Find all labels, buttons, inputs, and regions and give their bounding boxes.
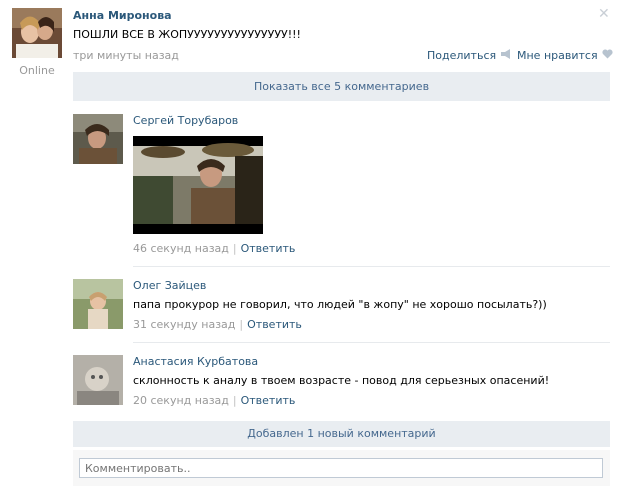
separator: | bbox=[232, 242, 237, 255]
heart-icon bbox=[602, 49, 613, 62]
comment-meta: 20 секунд назад | Ответить bbox=[133, 394, 295, 407]
comment-meta: 46 секунд назад | Ответить bbox=[133, 242, 295, 255]
comment-avatar[interactable] bbox=[73, 279, 123, 329]
separator: | bbox=[232, 394, 237, 407]
comment-author[interactable]: Олег Зайцев bbox=[133, 279, 206, 292]
comment-text: склонность к аналу в твоем возрасте - по… bbox=[133, 374, 550, 387]
like-label: Мне нравится bbox=[517, 49, 598, 62]
divider bbox=[133, 342, 610, 343]
comment-author[interactable]: Сергей Торубаров bbox=[133, 114, 238, 127]
video-thumbnail[interactable] bbox=[133, 136, 263, 234]
close-icon[interactable]: ✕ bbox=[598, 6, 610, 22]
megaphone-icon bbox=[500, 49, 512, 62]
reply-link[interactable]: Ответить bbox=[241, 394, 296, 407]
show-all-comments-button[interactable]: Показать все 5 комментариев bbox=[73, 72, 610, 101]
online-status: Online bbox=[19, 64, 55, 77]
comment-input[interactable] bbox=[79, 458, 603, 478]
comment-avatar[interactable] bbox=[73, 355, 123, 405]
post-text: ПОШЛИ ВСЕ В ЖОПУУУУУУУУУУУУУУУ!!! bbox=[73, 28, 301, 41]
comment-author[interactable]: Анастасия Курбатова bbox=[133, 355, 258, 368]
comment-text: папа прокурор не говорил, что людей "в ж… bbox=[133, 298, 547, 311]
reply-link[interactable]: Ответить bbox=[247, 318, 302, 331]
share-button[interactable]: Поделиться bbox=[427, 49, 512, 62]
post-timestamp[interactable]: три минуты назад bbox=[73, 49, 179, 62]
post-author-name[interactable]: Анна Миронова bbox=[73, 9, 172, 22]
comment-meta: 31 секунду назад | Ответить bbox=[133, 318, 302, 331]
like-button[interactable]: Мне нравится bbox=[517, 49, 613, 62]
separator: | bbox=[239, 318, 244, 331]
share-label: Поделиться bbox=[427, 49, 497, 62]
divider bbox=[133, 266, 610, 267]
comment-timestamp[interactable]: 20 секунд назад bbox=[133, 394, 229, 407]
new-comment-notice[interactable]: Добавлен 1 новый комментарий bbox=[73, 421, 610, 447]
comment-timestamp[interactable]: 31 секунду назад bbox=[133, 318, 235, 331]
comment-timestamp[interactable]: 46 секунд назад bbox=[133, 242, 229, 255]
reply-link[interactable]: Ответить bbox=[241, 242, 296, 255]
author-avatar[interactable] bbox=[12, 8, 62, 58]
comment-avatar[interactable] bbox=[73, 114, 123, 164]
